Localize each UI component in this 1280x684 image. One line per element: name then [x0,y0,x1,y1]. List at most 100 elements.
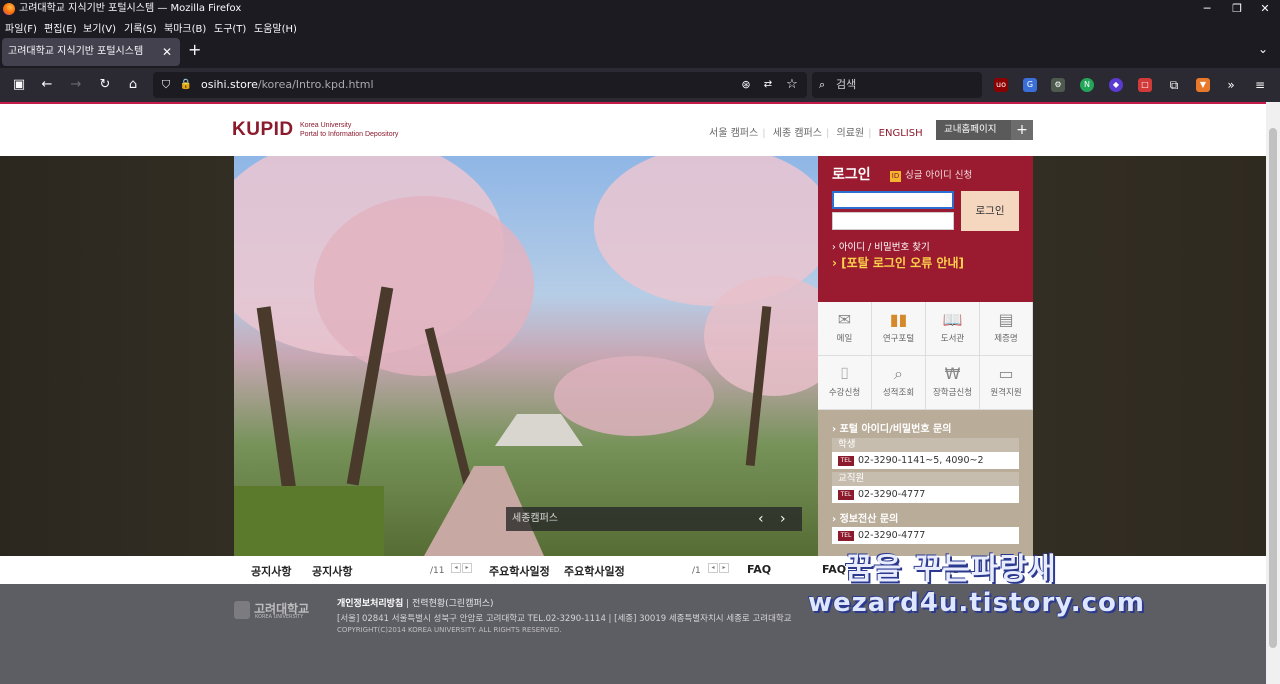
tracking-shield-icon[interactable]: ⛉ [157,76,175,94]
power-status-link[interactable]: 전력현황(그린캠퍼스) [412,599,494,609]
find-id-password-link[interactable]: › 아이디 / 비밀번호 찾기 [832,239,930,253]
footer-copyright: COPYRIGHT(C)2014 KOREA UNIVERSITY. ALL R… [337,626,562,634]
menu-view[interactable]: 보기(V) [83,20,116,35]
slide-caption: 세종캠퍼스 [512,513,558,524]
certificate-icon: ▤ [998,310,1014,329]
contact-info-panel: › 포털 아이디/비밀번호 문의 학생 TEL 02-3290-1141~5, 4… [818,410,1033,556]
new-tab-button[interactable]: + [188,40,201,59]
quick-registration[interactable]: ⌷ 수강신청 [818,356,872,410]
url-path: /korea/Intro.kpd.html [257,78,374,91]
extensions-puzzle-icon[interactable]: ⧉ [1167,78,1181,92]
privacy-policy-link[interactable]: 개인정보처리방침 [337,599,403,609]
quick-library[interactable]: 📖 도서관 [926,302,980,356]
quick-grades[interactable]: ⌕ 성적조회 [872,356,926,410]
title-bar: 고려대학교 지식기반 포털시스템 — Mozilla Firefox ─ ❐ ✕ [0,0,1280,18]
remote-icon: ▭ [998,364,1014,383]
student-tel: TEL 02-3290-1141~5, 4090~2 [832,452,1019,469]
forward-arrow-icon[interactable]: → [67,76,85,94]
menu-bar: 파일(F) 편집(E) 보기(V) 기록(S) 북마크(B) 도구(T) 도움말… [0,18,1280,36]
tab-faq-1[interactable]: FAQ [747,563,771,576]
nav-sejong-campus[interactable]: 세종 캠퍼스 [773,128,822,139]
menu-tools[interactable]: 도구(T) [214,20,246,35]
menu-history[interactable]: 기록(S) [124,20,157,35]
it-inquiry-title: › 정보전산 문의 [832,514,899,525]
top-navigation: 서울 캠퍼스 | 세종 캠퍼스 | 의료원 | ENGLISH [709,128,923,139]
close-window-button[interactable]: ✕ [1250,0,1280,18]
gear-extension-icon[interactable]: ⚙ [1051,78,1065,92]
lock-icon[interactable]: 🔒 [177,76,195,94]
red-extension-icon[interactable]: □ [1138,78,1152,92]
scrollbar-thumb[interactable] [1269,128,1277,648]
portal-login-error-link[interactable]: › [포탈 로그인 오류 안내] [832,254,964,271]
campus-homepage-button[interactable]: 교내홈페이지 + [936,120,1033,140]
kupid-logo[interactable]: KUPID [232,119,294,141]
tab-schedule-1[interactable]: 주요학사일정 [489,563,550,579]
logo-sub-line1: Korea University [300,122,352,129]
n-extension-icon[interactable]: N [1080,78,1094,92]
student-label: 학생 [832,438,1019,452]
tab-bar: 고려대학교 지식기반 포털시스템 ✕ + ⌄ [0,36,1280,68]
login-title: 로그인 [832,167,871,183]
prev-slide-chevron-icon[interactable]: ‹ [758,507,764,531]
logo-sub-line2: Portal to Information Depository [300,131,399,138]
tab-notice-1[interactable]: 공지사항 [251,563,291,579]
watermark-title: 꿈을 꾸는파랑새 [845,552,1057,587]
shield-extension-icon[interactable]: ◆ [1109,78,1123,92]
tab-list-chevron-icon[interactable]: ⌄ [1258,42,1268,56]
reload-icon[interactable]: ↻ [96,76,114,94]
nav-medical-center[interactable]: 의료원 [837,128,865,139]
restore-button[interactable]: ❐ [1222,0,1252,18]
notice-prev-icon[interactable]: ◂ [451,563,461,573]
schedule-next-icon[interactable]: ▸ [719,563,729,573]
login-password-input[interactable] [832,212,954,230]
schedule-prev-icon[interactable]: ◂ [708,563,718,573]
minimize-button[interactable]: ─ [1192,0,1222,18]
tab-label: 고려대학교 지식기반 포털시스템 [8,46,144,57]
notice-next-icon[interactable]: ▸ [462,563,472,573]
quick-scholarship[interactable]: ₩ 장학금신청 [926,356,980,410]
quick-research[interactable]: ▮▮ 연구포털 [872,302,926,356]
translate-extension-icon[interactable]: G [1023,78,1037,92]
quick-certificate[interactable]: ▤ 제증명 [980,302,1033,356]
search-input[interactable]: ⌕ 검색 [812,72,982,98]
nav-english[interactable]: ENGLISH [879,128,923,139]
menu-bookmarks[interactable]: 북마크(B) [164,20,206,35]
quick-menu-grid: ✉ 메일 ▮▮ 연구포털 📖 도서관 ▤ 제증명 ⌷ 수강신청 ⌕ 성적조회 ₩ 장학금신청 … [818,302,1033,410]
quick-remote[interactable]: ▭ 원격지원 [980,356,1033,410]
login-button[interactable]: 로그인 [961,191,1019,231]
footer-logo: 고려대학교 KOREA UNIVERSITY [234,600,309,620]
home-icon[interactable]: ⌂ [124,76,142,94]
homepage-label: 교내홈페이지 [944,124,997,135]
menu-edit[interactable]: 편집(E) [44,20,77,35]
scholarship-icon: ₩ [944,364,961,383]
menu-help[interactable]: 도움말(H) [254,20,297,35]
navigation-bar: ▣ ← → ↻ ⌂ ⛉ 🔒 osihi.store/korea/Intro.kp… [0,68,1280,102]
container-icon[interactable]: ▣ [10,76,28,94]
tab-faq-2[interactable]: FAQ [822,563,846,576]
menu-file[interactable]: 파일(F) [5,20,37,35]
bookmark-star-icon[interactable]: ☆ [783,76,801,94]
tab-schedule-2[interactable]: 주요학사일정 [564,563,625,579]
translate-icon[interactable]: ⇄ [759,76,777,94]
back-arrow-icon[interactable]: ← [38,76,56,94]
search-icon: ⌕ [819,78,826,91]
tab-notice-2[interactable]: 공지사항 [312,563,352,579]
podcast-icon[interactable]: ⊛ [737,76,755,94]
staff-tel: TEL 02-3290-4777 [832,486,1019,503]
tab-kupid[interactable]: 고려대학교 지식기반 포털시스템 ✕ [2,38,180,66]
search-placeholder: 검색 [836,78,857,91]
ublock-extension-icon[interactable]: uo [994,78,1008,92]
plus-icon[interactable]: + [1011,120,1033,140]
nav-seoul-campus[interactable]: 서울 캠퍼스 [709,128,758,139]
tel-badge-icon: TEL [838,530,854,541]
trash-extension-icon[interactable]: ▼ [1196,78,1210,92]
url-text[interactable]: osihi.store/korea/Intro.kpd.html [201,78,374,91]
url-bar[interactable]: ⛉ 🔒 osihi.store/korea/Intro.kpd.html ⊛ ⇄… [153,72,807,98]
hamburger-menu-icon[interactable]: ≡ [1253,78,1267,92]
tab-close-icon[interactable]: ✕ [162,38,172,66]
overflow-chevron-icon[interactable]: » [1224,78,1238,92]
login-id-input[interactable] [832,191,954,209]
quick-mail[interactable]: ✉ 메일 [818,302,872,356]
next-slide-chevron-icon[interactable]: › [780,507,786,531]
single-id-link[interactable]: ID 싱글 아이디 신청 [890,167,972,182]
